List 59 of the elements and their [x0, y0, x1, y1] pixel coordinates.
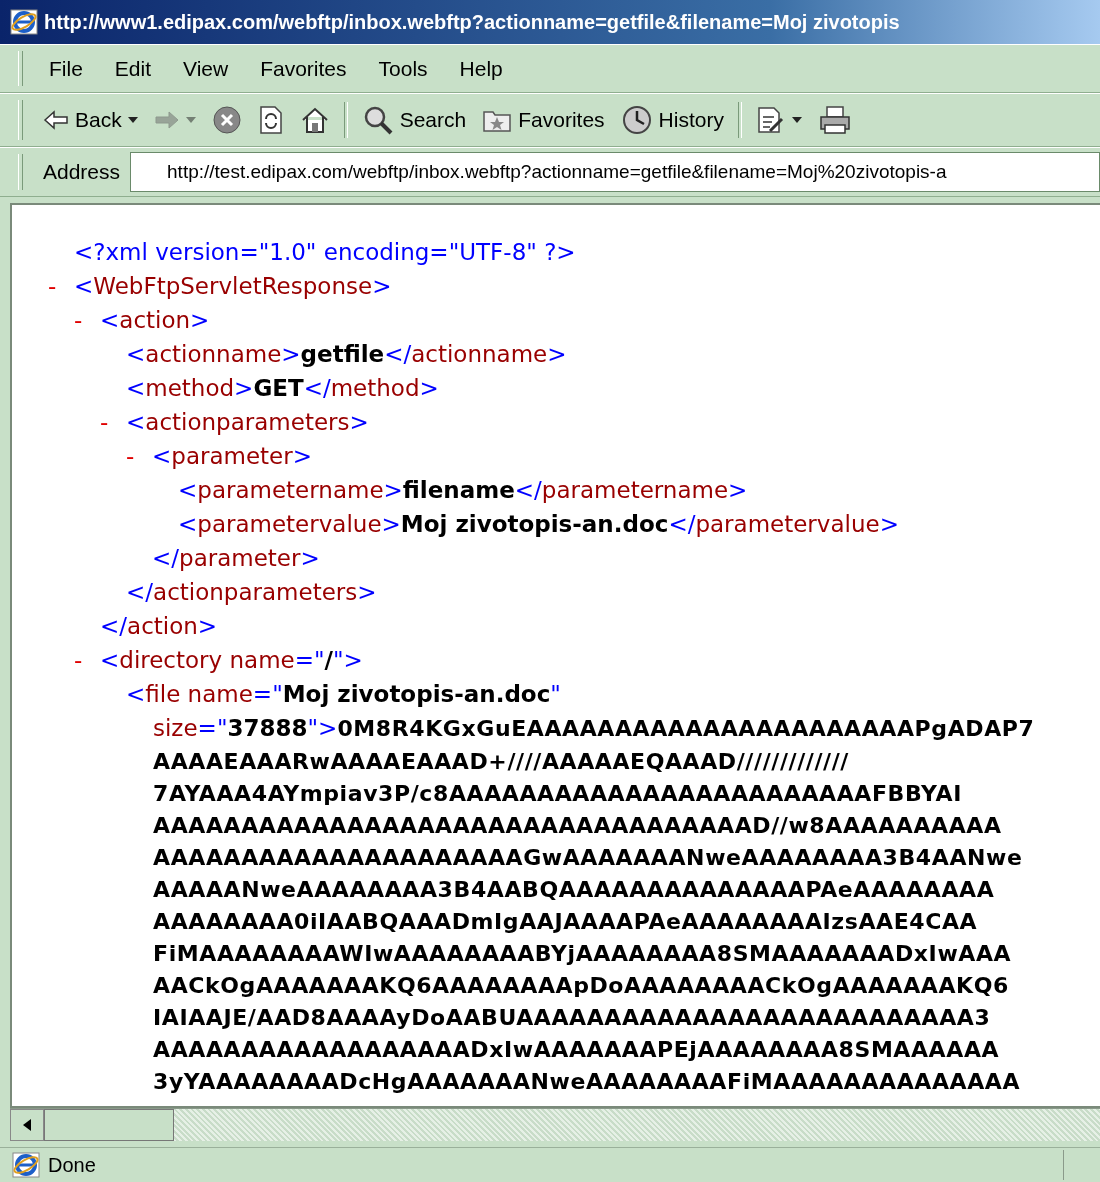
- collapse-toggle[interactable]: -: [100, 409, 126, 435]
- stop-icon: [211, 105, 242, 135]
- xml-declaration: <?xml version="1.0" encoding="UTF-8" ?>: [74, 239, 576, 265]
- menu-item[interactable]: View: [167, 52, 245, 85]
- base64-data-line: FiMAAAAAAAAWIwAAAAAAAABYjAAAAAAAA8SMAAAAAAADxIwAAA: [153, 940, 1012, 966]
- base64-data-line: AAAAAAAAAAAAAAAAAAAAAAAAAAAAAAAAAAD//w8AAAAAAAAAA: [153, 812, 1002, 838]
- xml-close-tag: </actionparameters>: [126, 579, 377, 605]
- collapse-toggle[interactable]: -: [48, 273, 74, 299]
- base64-data-line: AAAAAAAAAAAAAAAAAADxIwAAAAAAAPEjAAAAAAAA8SMAAAAAA: [153, 1036, 1000, 1062]
- scroll-thumb[interactable]: [44, 1109, 174, 1141]
- status-text: Done: [48, 1153, 97, 1177]
- base64-data-line: AAAAANweAAAAAAAA3B4AABQAAAAAAAAAAAAAAPAeAAAAAAAA: [153, 876, 995, 902]
- collapse-toggle[interactable]: -: [74, 647, 100, 673]
- xml-open-tag: <actionparameters>: [126, 409, 369, 435]
- collapse-toggle[interactable]: -: [126, 443, 152, 469]
- menu-item[interactable]: File: [33, 52, 99, 85]
- xml-attribute: size="37888">: [153, 715, 338, 741]
- menu-item[interactable]: Tools: [362, 52, 444, 85]
- xml-element: <method>GET</method>: [126, 375, 439, 401]
- favorites-button[interactable]: Favorites: [476, 103, 611, 137]
- xml-element: <actionname>getfile</actionname>: [126, 341, 567, 367]
- left-arrow-icon: [23, 1119, 31, 1131]
- forward-arrow-icon: [153, 110, 180, 130]
- refresh-icon: [257, 105, 284, 135]
- menu-item[interactable]: Favorites: [244, 52, 363, 85]
- base64-data-line: 3yYAAAAAAAADcHgAAAAAAANweAAAAAAAAFiMAAAAAAAAAAAAAA: [153, 1068, 1021, 1094]
- horizontal-scrollbar[interactable]: [10, 1108, 1100, 1141]
- xml-open-tag: <directory name="/">: [100, 647, 363, 673]
- base64-data-line: AACkOgAAAAAAAKQ6AAAAAAAApDoAAAAAAAACkOgAAAAAAAKQ6: [153, 972, 1009, 998]
- back-arrow-icon: [43, 110, 69, 130]
- xml-close-tag: </action>: [100, 613, 218, 639]
- address-label: Address: [43, 160, 121, 184]
- xml-open-tag: <parameter>: [152, 443, 312, 469]
- xml-element: <parametervalue>Moj zivotopis-an.doc</parametervalue>: [178, 511, 899, 537]
- base64-data-line: AAAAAAAA0iIAABQAAADmIgAAJAAAAPAeAAAAAAAAIzsAAE4CAA: [153, 908, 978, 934]
- xml-open-tag: <action>: [100, 307, 210, 333]
- edit-document-icon: [755, 105, 786, 135]
- base64-data-line: IAIAAJE/AAD8AAAAyDoAABUAAAAAAAAAAAAAAAAAAAAAAAAAA3: [153, 1004, 991, 1030]
- page-icon: [12, 1152, 40, 1178]
- scroll-left-button[interactable]: [10, 1109, 44, 1141]
- history-button[interactable]: History: [614, 101, 730, 139]
- base64-data-line: 7AYAAA4AYmpiav3P/c8AAAAAAAAAAAAAAAAAAAAAAAAFBBYAI: [153, 780, 962, 806]
- collapse-toggle[interactable]: -: [74, 307, 100, 333]
- address-field[interactable]: http://test.edipax.com/webftp/inbox.webftp?actionname=getfile&filename=Moj%20zivotopis-a: [130, 152, 1100, 192]
- menu-item[interactable]: Help: [443, 52, 519, 85]
- history-clock-icon: [620, 105, 653, 135]
- window-title: http://www1.edipax.com/webftp/inbox.webftp?actionname=getfile&filename=Moj zivotopis: [44, 10, 900, 34]
- xml-element: <parametername>filename</parametername>: [178, 477, 748, 503]
- search-button[interactable]: Search: [355, 101, 473, 139]
- printer-icon: [817, 105, 852, 135]
- xml-open-tag: <file name="Moj zivotopis-an.doc": [126, 681, 561, 707]
- base64-data-line: AAAAEAAARwAAAAEAAAD+////AAAAAEQAAAD/////////////: [153, 748, 849, 774]
- xml-open-tag: <WebFtpServletResponse>: [74, 273, 392, 299]
- xml-close-tag: </parameter>: [152, 545, 320, 571]
- base64-data-line: 0M8R4KGxGuEAAAAAAAAAAAAAAAAAAAAAAPgADAP7: [337, 715, 1035, 741]
- base64-data-line: AAAAAAAAAAAAAAAAAAAAAGwAAAAAAANweAAAAAAAA3B4AANwe: [153, 844, 1023, 870]
- back-button[interactable]: Back: [37, 104, 144, 136]
- browser-icon: [10, 9, 38, 35]
- menu-item[interactable]: Edit: [98, 52, 168, 85]
